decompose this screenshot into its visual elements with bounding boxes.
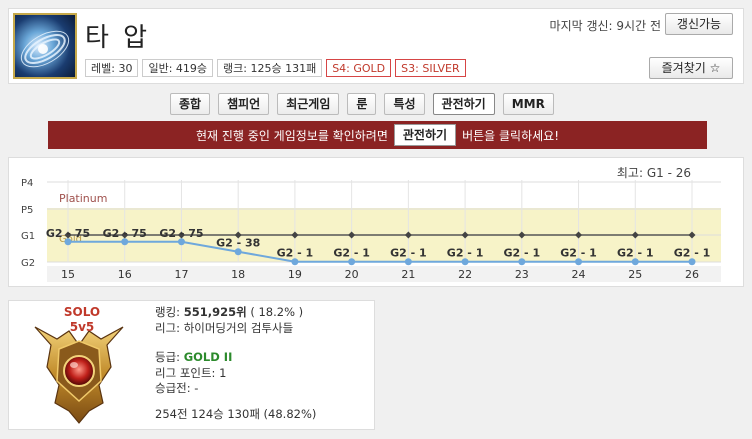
tab-spectate[interactable]: 관전하기 bbox=[432, 93, 495, 115]
x-tick-label: 19 bbox=[288, 268, 302, 281]
lp-data-label: G2 - 1 bbox=[277, 247, 314, 260]
banner-prefix: 현재 진행 중인 게임정보를 확인하려면 bbox=[195, 128, 388, 143]
ranking-percent: ( 18.2% ) bbox=[250, 305, 304, 319]
level-badge: 레벨: 30 bbox=[85, 59, 139, 77]
lp-data-label: G2 - 75 bbox=[46, 227, 90, 240]
promotion-status: 승급전: - bbox=[155, 381, 199, 395]
x-tick-label: 23 bbox=[515, 268, 529, 281]
x-tick-label: 20 bbox=[345, 268, 359, 281]
lp-data-label: G2 - 1 bbox=[504, 247, 541, 260]
x-tick-label: 18 bbox=[231, 268, 245, 281]
last-update-text: 마지막 갱신: 9시간 전 bbox=[549, 19, 661, 33]
ranked-record-badge: 랭크: 125승 131패 bbox=[217, 59, 323, 77]
y-tick-label: P5 bbox=[21, 205, 33, 216]
summoner-header: 타 압 레벨: 30 일반: 419승 랭크: 125승 131패 S4: GO… bbox=[8, 8, 744, 84]
tab-masteries[interactable]: 특성 bbox=[384, 93, 425, 115]
lp-data-label: G2 - 1 bbox=[390, 247, 427, 260]
tier-row: 등급: GOLD II bbox=[155, 350, 316, 366]
x-tick-label: 16 bbox=[118, 268, 132, 281]
tier-value: GOLD II bbox=[183, 350, 233, 364]
rank-info: 랭킹: 551,925위 ( 18.2% ) 리그: 하이머딩거의 검투사들 등… bbox=[155, 305, 316, 422]
tier-label: 등급: bbox=[155, 350, 181, 364]
tab-overview[interactable]: 종합 bbox=[170, 93, 211, 115]
season3-tier-badge: S3: SILVER bbox=[395, 59, 466, 77]
season-record: 254전 124승 130패 (48.82%) bbox=[155, 406, 317, 421]
lp-data-label: G2 - 38 bbox=[216, 237, 260, 250]
lp-data-label: G2 - 75 bbox=[159, 227, 203, 240]
band-label-platinum: Platinum bbox=[59, 192, 107, 205]
tab-mmr[interactable]: MMR bbox=[502, 93, 554, 115]
tab-runes[interactable]: 룬 bbox=[347, 93, 377, 115]
queue-solo-text: SOLO bbox=[63, 305, 101, 319]
lp-data-label: G2 - 75 bbox=[103, 227, 147, 240]
x-tick-label: 22 bbox=[458, 268, 472, 281]
y-tick-label: G1 bbox=[21, 231, 35, 242]
x-tick-label: 21 bbox=[401, 268, 415, 281]
league-name: 리그: 하이머딩거의 검투사들 bbox=[155, 320, 294, 335]
y-tick-label: G2 bbox=[21, 258, 35, 269]
nav-tabs: 종합 챔피언 최근게임 룬 특성 관전하기 MMR bbox=[170, 93, 554, 115]
queue-5v5-text: 5v5 bbox=[69, 320, 95, 334]
normal-wins-badge: 일반: 419승 bbox=[142, 59, 214, 77]
x-axis-bar bbox=[47, 266, 721, 282]
x-tick-label: 25 bbox=[628, 268, 642, 281]
season4-tier-badge: S4: GOLD bbox=[326, 59, 392, 77]
tab-recent-games[interactable]: 최근게임 bbox=[277, 93, 340, 115]
queue-type-label: SOLO 5v5 bbox=[49, 305, 115, 335]
favorite-button[interactable]: 즐겨찾기 ☆ bbox=[649, 57, 733, 79]
lp-data-label: G2 - 1 bbox=[560, 247, 597, 260]
lp-data-label: G2 - 1 bbox=[674, 247, 711, 260]
y-tick-label: P4 bbox=[21, 178, 33, 189]
x-tick-label: 17 bbox=[174, 268, 188, 281]
summoner-badges: 레벨: 30 일반: 419승 랭크: 125승 131패 S4: GOLD S… bbox=[85, 59, 466, 77]
tab-champions[interactable]: 챔피언 bbox=[218, 93, 270, 115]
refresh-button[interactable]: 갱신가능 bbox=[665, 13, 733, 35]
banner-suffix: 버튼을 클릭하세요! bbox=[462, 128, 560, 143]
x-tick-label: 24 bbox=[572, 268, 586, 281]
ranking-value: 551,925위 bbox=[183, 305, 247, 319]
chart-peak-label: 최고: G1 - 26 bbox=[616, 166, 691, 180]
spectate-button[interactable]: 관전하기 bbox=[393, 124, 457, 146]
spectate-banner: 현재 진행 중인 게임정보를 확인하려면 관전하기 버튼을 클릭하세요! bbox=[48, 121, 707, 149]
summoner-name: 타 압 bbox=[85, 23, 151, 53]
x-tick-label: 26 bbox=[685, 268, 699, 281]
ranking-row: 랭킹: 551,925위 ( 18.2% ) bbox=[155, 305, 316, 321]
lp-data-label: G2 - 1 bbox=[333, 247, 370, 260]
solo-rank-panel: SOLO 5v5 랭킹: 551,925위 ( 18.2% ) 리그: 하이머딩… bbox=[8, 300, 375, 430]
lp-history-chart: P4P5G1G2PlatinumGold15161718192021222324… bbox=[8, 157, 744, 287]
ranking-label: 랭킹: bbox=[155, 305, 181, 319]
x-tick-label: 15 bbox=[61, 268, 75, 281]
league-points: 리그 포인트: 1 bbox=[155, 365, 227, 380]
lp-data-label: G2 - 1 bbox=[617, 247, 654, 260]
summoner-icon-avatar bbox=[13, 13, 77, 79]
lp-data-label: G2 - 1 bbox=[447, 247, 484, 260]
